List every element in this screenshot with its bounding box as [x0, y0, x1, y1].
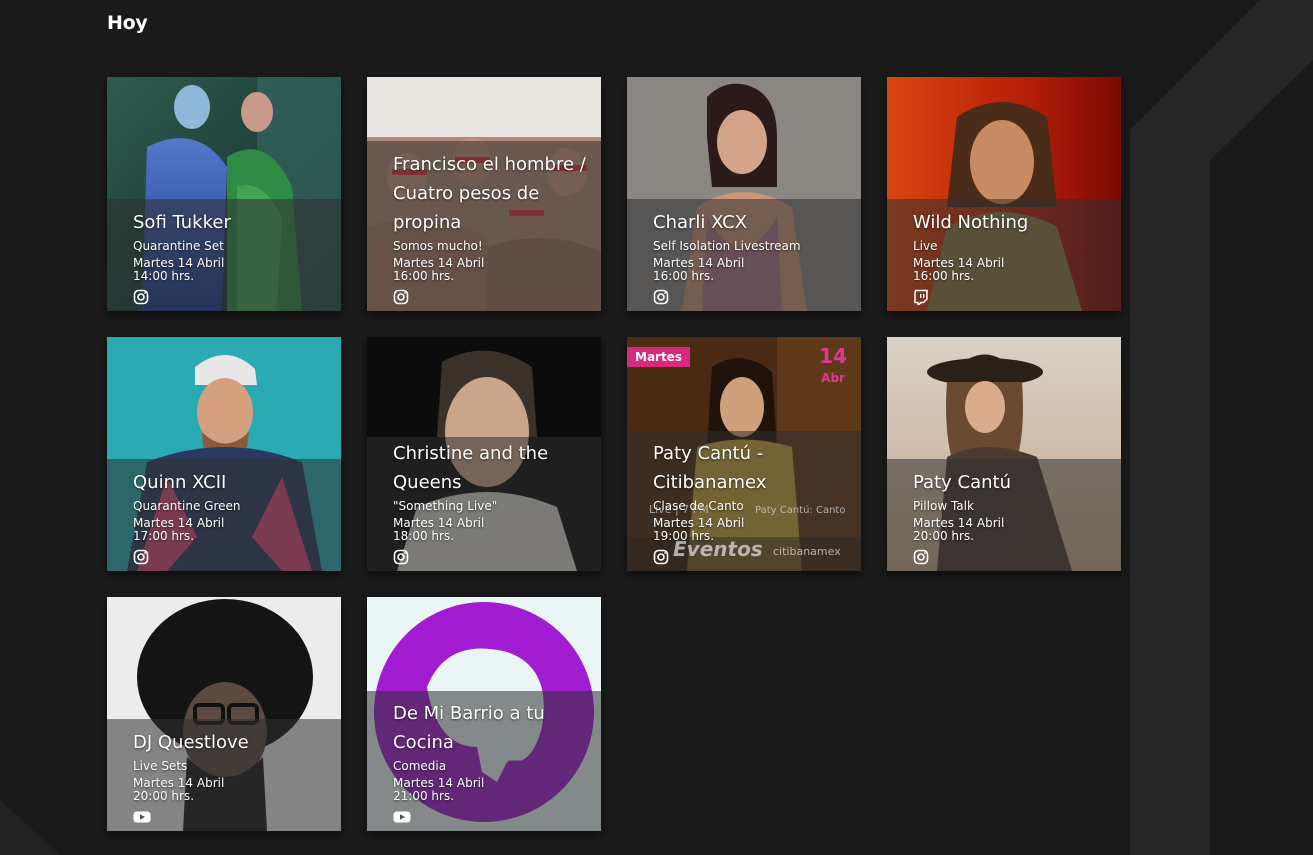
event-subtitle: Self Isolation Livestream [653, 239, 801, 253]
event-subtitle: Pillow Talk [913, 499, 974, 513]
event-subtitle: Live Sets [133, 759, 188, 773]
event-card-wild-nothing[interactable]: Wild Nothing Live Martes 14 Abril 16:00 … [887, 77, 1121, 311]
event-card-sofi-tukker[interactable]: Sofi Tukker Quarantine Set Martes 14 Abr… [107, 77, 341, 311]
event-info: Paty Cantú Pillow Talk Martes 14 Abril 2… [913, 468, 1107, 565]
instagram-icon[interactable] [913, 549, 929, 565]
event-info: Christine and the Queens "Something Live… [393, 439, 587, 565]
event-info: Quinn XCII Quarantine Green Martes 14 Ab… [133, 468, 327, 565]
event-subtitle: "Something Live" [393, 499, 498, 513]
event-title: Paty Cantú [913, 472, 1011, 493]
event-card-charli-xcx[interactable]: Charli XCX Self Isolation Livestream Mar… [627, 77, 861, 311]
event-subtitle: Quarantine Set [133, 239, 224, 253]
event-title: Paty Cantú - Citibanamex [653, 443, 767, 493]
event-info: Wild Nothing Live Martes 14 Abril 16:00 … [913, 208, 1107, 305]
event-time: 16:00 hrs. [393, 269, 455, 283]
instagram-icon[interactable] [393, 549, 409, 565]
youtube-icon[interactable] [133, 809, 151, 825]
youtube-icon[interactable] [393, 809, 411, 825]
event-card-paty-cantu-citibanamex[interactable]: Martes 14 Abr Live | 7 PM Paty Cantú: Ca… [627, 337, 861, 571]
event-time: 21:00 hrs. [393, 789, 455, 803]
instagram-icon[interactable] [393, 289, 409, 305]
event-time: 18:00 hrs. [393, 529, 455, 543]
instagram-icon[interactable] [653, 289, 669, 305]
event-info: De Mi Barrio a tu Cocina Comedia Martes … [393, 699, 587, 825]
event-card-paty-cantu[interactable]: Paty Cantú Pillow Talk Martes 14 Abril 2… [887, 337, 1121, 571]
event-card-christine-and-the-queens[interactable]: Christine and the Queens "Something Live… [367, 337, 601, 571]
poster-date-badge: 14 Abr [819, 345, 847, 389]
event-card-de-mi-barrio-a-tu-cocina[interactable]: TV De Mi Barrio a tu Cocina Comedia Mart… [367, 597, 601, 831]
event-info: Sofi Tukker Quarantine Set Martes 14 Abr… [133, 208, 327, 305]
event-time: 16:00 hrs. [913, 269, 975, 283]
event-subtitle: Clase de Canto [653, 499, 744, 513]
event-time: 20:00 hrs. [913, 529, 975, 543]
event-time: 17:00 hrs. [133, 529, 195, 543]
event-card-dj-questlove[interactable]: DJ Questlove Live Sets Martes 14 Abril 2… [107, 597, 341, 831]
event-title: Quinn XCII [133, 472, 227, 493]
event-title: Christine and the Queens [393, 443, 549, 493]
event-time: 14:00 hrs. [133, 269, 195, 283]
event-subtitle: Somos mucho! [393, 239, 483, 253]
instagram-icon[interactable] [133, 289, 149, 305]
event-subtitle: Live [913, 239, 938, 253]
event-card-francisco-el-hombre[interactable]: Francisco el hombre / Cuatro pesos de pr… [367, 77, 601, 311]
event-card-quinn-xcii[interactable]: Quinn XCII Quarantine Green Martes 14 Ab… [107, 337, 341, 571]
poster-day-number: 14 [819, 344, 847, 368]
instagram-icon[interactable] [653, 549, 669, 565]
event-title: De Mi Barrio a tu Cocina [393, 703, 545, 753]
event-subtitle: Comedia [393, 759, 447, 773]
event-title: DJ Questlove [133, 732, 249, 753]
event-info: DJ Questlove Live Sets Martes 14 Abril 2… [133, 728, 327, 825]
event-info: Paty Cantú - Citibanamex Clase de Canto … [653, 439, 847, 565]
event-title: Francisco el hombre / Cuatro pesos de pr… [393, 154, 586, 233]
event-subtitle: Quarantine Green [133, 499, 241, 513]
twitch-icon[interactable] [913, 289, 929, 305]
page-title: Hoy [107, 12, 148, 34]
poster-month: Abr [821, 371, 845, 385]
event-title: Sofi Tukker [133, 212, 231, 233]
event-title: Charli XCX [653, 212, 748, 233]
poster-day-badge: Martes [627, 347, 690, 367]
event-time: 16:00 hrs. [653, 269, 715, 283]
event-time: 20:00 hrs. [133, 789, 195, 803]
event-time: 19:00 hrs. [653, 529, 715, 543]
instagram-icon[interactable] [133, 549, 149, 565]
event-info: Francisco el hombre / Cuatro pesos de pr… [393, 150, 587, 305]
event-info: Charli XCX Self Isolation Livestream Mar… [653, 208, 847, 305]
event-title: Wild Nothing [913, 212, 1029, 233]
